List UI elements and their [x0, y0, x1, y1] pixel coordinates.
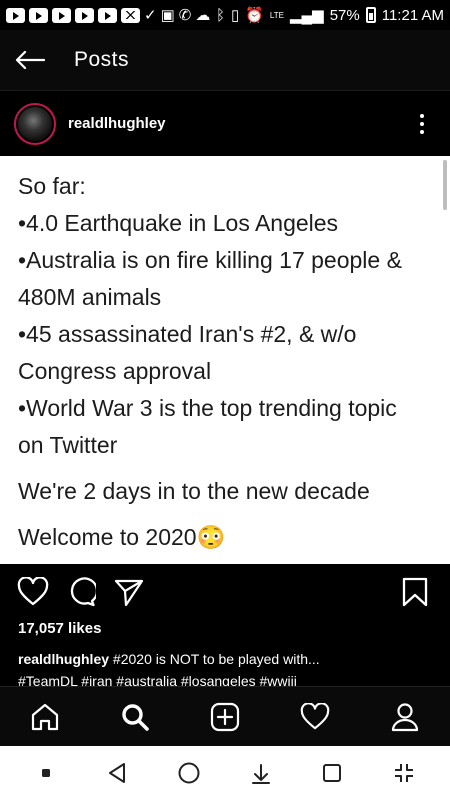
- like-heart-icon[interactable]: [16, 575, 50, 609]
- back-arrow-icon[interactable]: [0, 30, 60, 90]
- image-icon: ▣: [160, 7, 175, 24]
- youtube-icon: [75, 7, 94, 23]
- post-text-line: •4.0 Earthquake in Los Angeles: [18, 210, 339, 236]
- status-bar: ✓ ▣ ✆ ☁ ᛒ ▯ ⏰ LTE ▂▄▆ 57% 11:21 AM: [0, 0, 450, 30]
- clock: 11:21 AM: [381, 6, 444, 24]
- post-text-line: Congress approval: [18, 358, 212, 384]
- home-icon[interactable]: [25, 697, 65, 737]
- scrollbar[interactable]: [443, 160, 447, 210]
- likes-count[interactable]: 17,057 likes: [18, 620, 101, 637]
- bookmark-icon[interactable]: [398, 575, 432, 609]
- post-text-line: Welcome to 2020😳: [18, 524, 226, 550]
- bluetooth-icon: ᛒ: [215, 6, 225, 24]
- search-icon[interactable]: [115, 697, 155, 737]
- youtube-icon: [52, 7, 71, 23]
- post-header: realdlhughley: [0, 90, 450, 156]
- avatar-image: [18, 106, 52, 141]
- vibrate-icon: ▯: [230, 7, 240, 24]
- system-nav-bar: [0, 746, 450, 800]
- more-options-icon[interactable]: [416, 110, 428, 138]
- post-text-line: So far:: [18, 173, 86, 199]
- dot-icon[interactable]: [28, 755, 64, 791]
- activity-heart-icon[interactable]: [295, 697, 335, 737]
- page-title: Posts: [74, 48, 130, 71]
- post-text-line: •Australia is on fire killing 17 people …: [18, 247, 402, 273]
- network-type: LTE: [269, 10, 284, 20]
- expand-icon[interactable]: [386, 755, 422, 791]
- recents-square-icon[interactable]: [314, 755, 350, 791]
- post-text-line: •World War 3 is the top trending topic: [18, 395, 397, 421]
- post-text-line: We're 2 days in to the new decade: [18, 478, 370, 504]
- system-status: ᛒ ▯ ⏰ LTE ▂▄▆ 57% 11:21 AM: [215, 6, 444, 25]
- app-header: Posts: [0, 30, 450, 90]
- notification-icons: ✓ ▣ ✆ ☁: [6, 6, 210, 24]
- bottom-nav: [0, 686, 450, 746]
- profile-icon[interactable]: [385, 697, 425, 737]
- add-post-icon[interactable]: [205, 697, 245, 737]
- gmail-icon: [121, 7, 140, 23]
- check-icon: ✓: [144, 7, 157, 24]
- youtube-icon: [6, 7, 25, 23]
- battery-percent: 57%: [329, 6, 360, 24]
- alarm-icon: ⏰: [245, 7, 264, 24]
- caption-text: #2020 is NOT to be played with...: [109, 651, 320, 667]
- back-triangle-icon[interactable]: [99, 755, 135, 791]
- weather-icon: ☁: [195, 7, 211, 24]
- signal-icon: ▂▄▆: [290, 7, 324, 24]
- post-username[interactable]: realdlhughley: [68, 115, 166, 132]
- home-circle-icon[interactable]: [171, 755, 207, 791]
- post-text-line: •45 assassinated Iran's #2, & w/o: [18, 321, 357, 347]
- post-actions: [0, 564, 450, 620]
- youtube-icon: [98, 7, 117, 23]
- caption-username[interactable]: realdlhughley: [18, 651, 109, 667]
- down-arrow-icon[interactable]: [243, 755, 279, 791]
- youtube-icon: [29, 7, 48, 23]
- post-text-line: 480M animals: [18, 284, 162, 310]
- post-image[interactable]: So far: •4.0 Earthquake in Los Angeles •…: [0, 156, 450, 564]
- phone-icon: ✆: [178, 7, 192, 24]
- battery-icon: [365, 7, 376, 23]
- avatar[interactable]: [14, 102, 56, 145]
- comment-icon[interactable]: [64, 575, 98, 609]
- post-text-line: on Twitter: [18, 432, 118, 458]
- share-icon[interactable]: [112, 575, 146, 609]
